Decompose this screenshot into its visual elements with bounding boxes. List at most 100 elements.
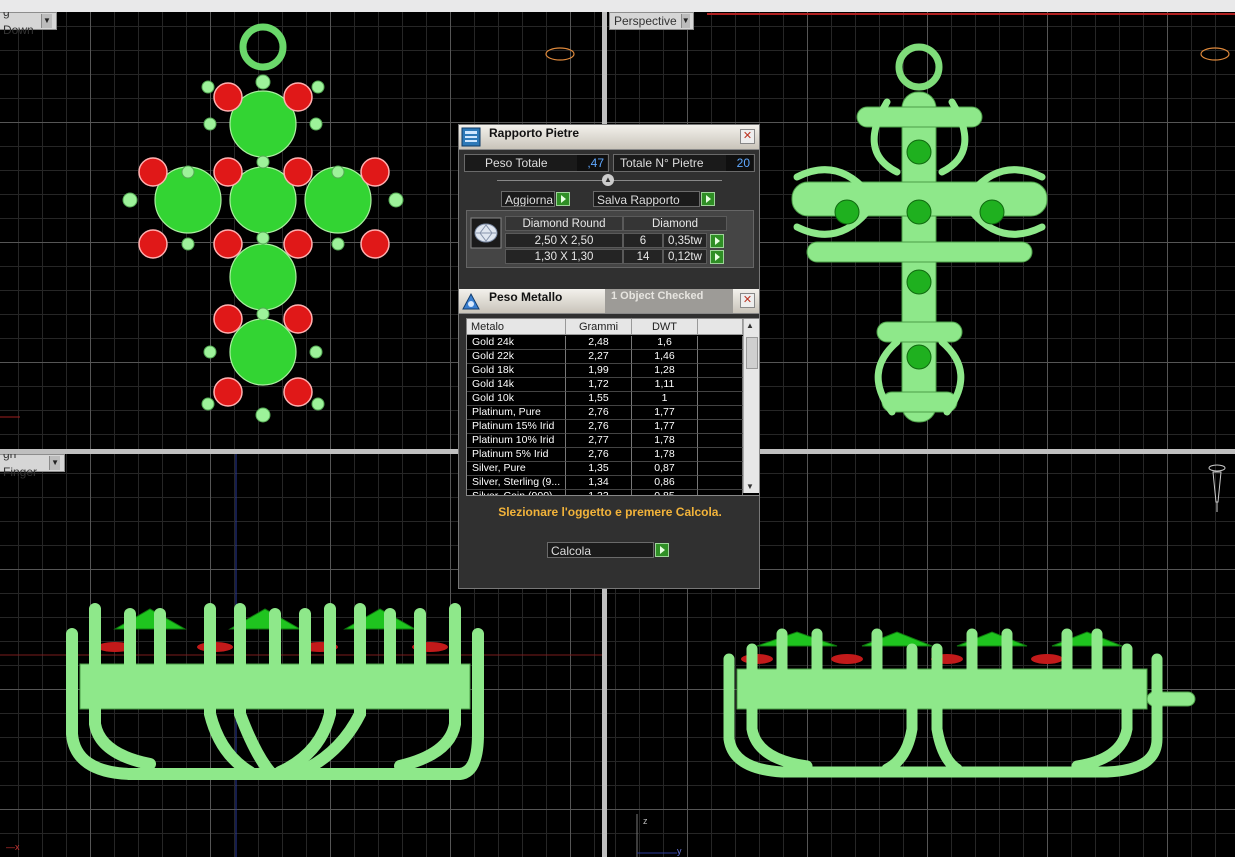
metal-empty-cell <box>698 350 743 364</box>
metal-table-row[interactable]: Silver, Pure 1,35 0,87 <box>467 462 743 476</box>
metal-dwt-cell: 1,11 <box>632 378 698 392</box>
metal-status-text: 1 Object Checked <box>611 290 704 302</box>
calcola-go-icon[interactable] <box>655 543 669 557</box>
metal-panel-titlebar[interactable]: Peso Metallo 1 Object Checked ✕ <box>459 289 759 314</box>
metal-grams-cell: 2,76 <box>566 448 632 462</box>
stone-row-go-icon[interactable] <box>710 250 724 264</box>
metal-grams-cell: 2,76 <box>566 420 632 434</box>
metal-weight-table[interactable]: Metalo Grammi DWT Gold 24k 2,48 1,6 Gold 22… <box>466 318 760 496</box>
metal-table-row[interactable]: Gold 18k 1,99 1,28 <box>467 364 743 378</box>
metal-dwt-cell: 1,78 <box>632 434 698 448</box>
navigation-widget-icon[interactable] <box>1205 462 1229 514</box>
metal-grams-cell: 2,27 <box>566 350 632 364</box>
close-icon[interactable]: ✕ <box>740 293 755 308</box>
metal-dwt-cell: 1,28 <box>632 364 698 378</box>
metal-empty-cell <box>698 476 743 490</box>
metal-name-cell: Silver, Coin (900) <box>467 490 566 495</box>
stones-panel-title: Rapporto Pietre <box>489 126 580 140</box>
metal-dwt-cell: 1,6 <box>632 336 698 350</box>
navigation-widget-icon[interactable] <box>540 42 580 67</box>
stone-row-count: 6 <box>623 233 663 248</box>
metal-dwt-cell: 1,77 <box>632 406 698 420</box>
aggiorna-button-label: Aggiorna <box>505 193 554 207</box>
metal-name-cell: Platinum 10% Irid <box>467 434 566 448</box>
top-toolbar-strip <box>0 0 1235 12</box>
metal-name-cell: Platinum 5% Irid <box>467 448 566 462</box>
salva-rapporto-go-icon[interactable] <box>701 192 715 206</box>
metal-grams-cell: 1,33 <box>566 490 632 495</box>
collapse-icon[interactable]: ▲ <box>602 174 614 186</box>
metal-header-name[interactable]: Metalo <box>467 319 566 335</box>
metal-name-cell: Gold 24k <box>467 336 566 350</box>
salva-rapporto-button[interactable]: Salva Rapporto <box>593 191 700 207</box>
stones-table: Diamond Round Diamond 2,50 X 2,50 6 0,35… <box>466 210 754 268</box>
stone-row-count: 14 <box>623 249 663 264</box>
metal-name-cell: Platinum, Pure <box>467 406 566 420</box>
axis-z-icon: z <box>643 816 648 826</box>
metal-dwt-cell: 0,85 <box>632 490 698 495</box>
stone-row-size: 1,30 X 1,30 <box>505 249 623 264</box>
stones-report-icon <box>461 127 481 147</box>
metal-name-cell: Gold 18k <box>467 364 566 378</box>
stone-row-go-icon[interactable] <box>710 234 724 248</box>
metal-grams-cell: 2,76 <box>566 406 632 420</box>
metal-header-dwt[interactable]: DWT <box>632 319 698 335</box>
metal-table-row[interactable]: Platinum, Pure 2,76 1,77 <box>467 406 743 420</box>
metal-panel-title: Peso Metallo <box>489 290 563 304</box>
metal-empty-cell <box>698 420 743 434</box>
metal-weight-icon <box>462 292 480 310</box>
stones-header-shape: Diamond Round <box>505 216 623 231</box>
stone-row-weight: 0,35tw <box>663 233 707 248</box>
scroll-up-icon[interactable]: ▲ <box>746 321 754 330</box>
axis-x-icon: —x <box>6 842 20 852</box>
metal-table-row[interactable]: Platinum 15% Irid 2,76 1,77 <box>467 420 743 434</box>
metal-empty-cell <box>698 406 743 420</box>
calcola-button[interactable]: Calcola <box>547 542 654 558</box>
aggiorna-go-icon[interactable] <box>556 192 570 206</box>
metal-empty-cell <box>698 364 743 378</box>
metal-grams-cell: 1,99 <box>566 364 632 378</box>
metal-table-row[interactable]: Gold 14k 1,72 1,11 <box>467 378 743 392</box>
metal-table-row[interactable]: Silver, Sterling (9... 1,34 0,86 <box>467 476 743 490</box>
metal-header-grams[interactable]: Grammi <box>566 319 632 335</box>
peso-totale-label: Peso Totale <box>485 156 548 170</box>
salva-rapporto-button-label: Salva Rapporto <box>597 193 680 207</box>
metal-header-extra <box>698 319 743 335</box>
metal-grams-cell: 1,72 <box>566 378 632 392</box>
peso-totale-value: ,47 <box>577 155 607 171</box>
stone-row-weight: 0,12tw <box>663 249 707 264</box>
stone-row-size: 2,50 X 2,50 <box>505 233 623 248</box>
metal-table-row[interactable]: Gold 10k 1,55 1 <box>467 392 743 406</box>
scroll-down-icon[interactable]: ▼ <box>746 482 754 491</box>
metal-grams-cell: 1,35 <box>566 462 632 476</box>
peso-totale-field: Peso Totale ,47 <box>464 154 609 172</box>
metal-table-row[interactable]: Gold 24k 2,48 1,6 <box>467 336 743 350</box>
axis-y-icon: y <box>677 846 682 856</box>
metal-scrollbar[interactable]: ▲ ▼ <box>743 319 759 493</box>
metal-name-cell: Silver, Pure <box>467 462 566 476</box>
navigation-widget-icon[interactable] <box>1195 42 1235 67</box>
metal-grams-cell: 1,34 <box>566 476 632 490</box>
scroll-thumb[interactable] <box>746 337 758 369</box>
metal-table-row[interactable]: Platinum 10% Irid 2,77 1,78 <box>467 434 743 448</box>
metal-empty-cell <box>698 462 743 476</box>
stones-header-type: Diamond <box>623 216 727 231</box>
metal-name-cell: Gold 14k <box>467 378 566 392</box>
metal-empty-cell <box>698 336 743 350</box>
metal-dwt-cell: 1,46 <box>632 350 698 364</box>
calcola-button-label: Calcola <box>551 544 592 558</box>
metal-table-row[interactable]: Gold 22k 2,27 1,46 <box>467 350 743 364</box>
metal-empty-cell <box>698 448 743 462</box>
stones-panel-titlebar[interactable]: Rapporto Pietre ✕ <box>459 125 759 150</box>
metal-name-cell: Platinum 15% Irid <box>467 420 566 434</box>
close-icon[interactable]: ✕ <box>740 129 755 144</box>
metal-status-bar: 1 Object Checked <box>605 289 733 313</box>
metal-dwt-cell: 0,86 <box>632 476 698 490</box>
metal-table-row[interactable]: Platinum 5% Irid 2,76 1,78 <box>467 448 743 462</box>
metal-dwt-cell: 0,87 <box>632 462 698 476</box>
metal-grams-cell: 2,48 <box>566 336 632 350</box>
aggiorna-button[interactable]: Aggiorna <box>501 191 555 207</box>
metal-grams-cell: 2,77 <box>566 434 632 448</box>
metal-table-row[interactable]: Silver, Coin (900) 1,33 0,85 <box>467 490 743 495</box>
metal-empty-cell <box>698 378 743 392</box>
